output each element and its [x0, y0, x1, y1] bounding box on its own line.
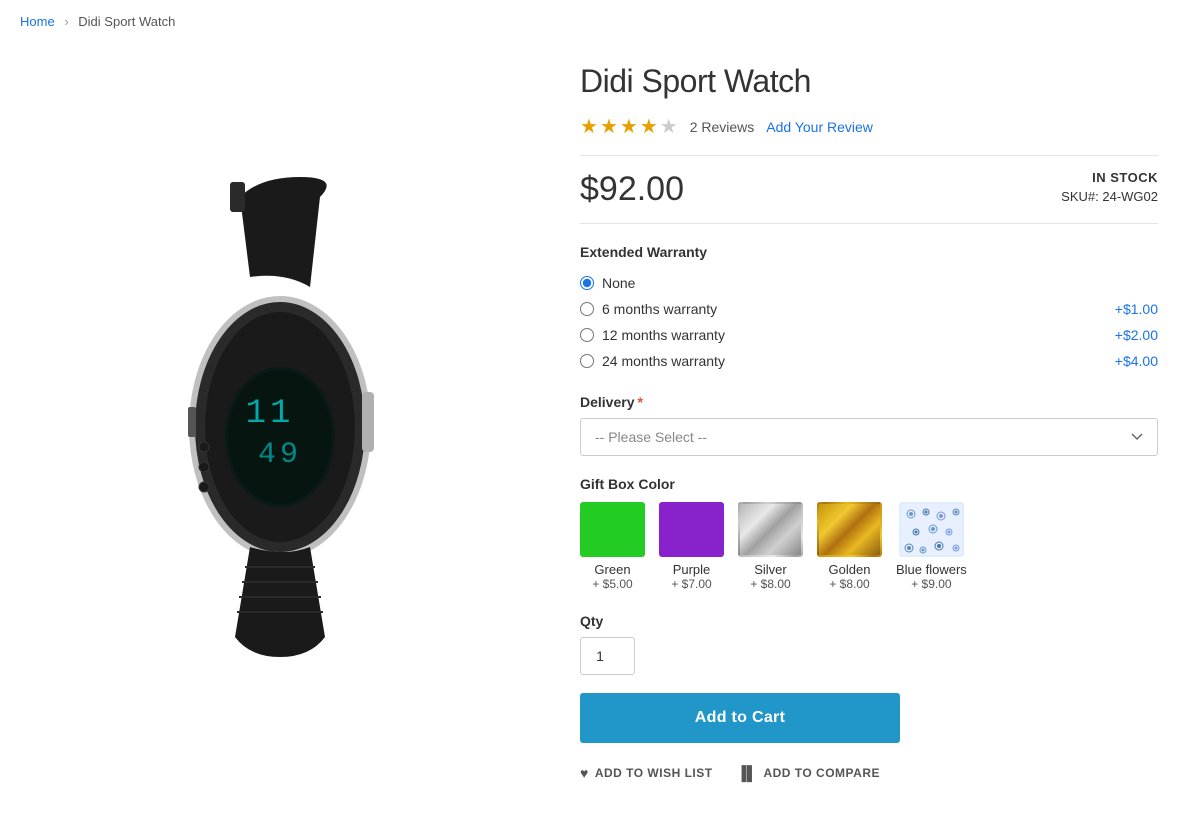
warranty-price-6m: +$1.00 — [1115, 301, 1158, 317]
stock-sku: IN STOCK SKU#: 24-WG02 — [1061, 170, 1158, 204]
warranty-section: Extended Warranty None 6 months warranty… — [580, 244, 1158, 374]
breadcrumb-separator: › — [64, 14, 68, 29]
warranty-radio-none[interactable] — [580, 276, 594, 290]
gift-box-golden[interactable]: Golden + $8.00 — [817, 502, 882, 591]
qty-input[interactable] — [580, 637, 635, 675]
warranty-label-12m[interactable]: 12 months warranty — [580, 327, 725, 343]
product-layout: 11 49 — [0, 43, 1178, 821]
add-to-compare-button[interactable]: ▐▌ ADD TO COMPARE — [737, 765, 880, 781]
warranty-label-24m[interactable]: 24 months warranty — [580, 353, 725, 369]
qty-label: Qty — [580, 613, 1158, 629]
star-4: ★ — [640, 114, 658, 139]
wishlist-compare-row: ♥ ADD TO WISH LIST ▐▌ ADD TO COMPARE — [580, 765, 1158, 781]
breadcrumb: Home › Didi Sport Watch — [0, 0, 1178, 43]
product-price: $92.00 — [580, 170, 684, 209]
required-indicator: * — [637, 394, 642, 410]
warranty-option-6m: 6 months warranty +$1.00 — [580, 296, 1158, 322]
warranty-price-24m: +$4.00 — [1115, 353, 1158, 369]
gift-box-name-purple: Purple — [673, 562, 711, 577]
product-image-section: 11 49 — [20, 53, 540, 781]
gift-box-price-green: + $5.00 — [592, 577, 632, 591]
svg-text:11: 11 — [246, 395, 295, 433]
svg-text:49: 49 — [258, 438, 302, 472]
gift-box-name-golden: Golden — [829, 562, 871, 577]
warranty-price-12m: +$2.00 — [1115, 327, 1158, 343]
gift-box-purple[interactable]: Purple + $7.00 — [659, 502, 724, 591]
warranty-radio-12m[interactable] — [580, 328, 594, 342]
watch-illustration: 11 49 — [70, 167, 490, 667]
gift-box-section: Gift Box Color Green + $5.00 Purple + $7… — [580, 476, 1158, 591]
star-1: ★ — [580, 114, 598, 139]
warranty-radio-24m[interactable] — [580, 354, 594, 368]
gift-box-price-purple: + $7.00 — [671, 577, 711, 591]
qty-section: Qty — [580, 613, 1158, 675]
sku: SKU#: 24-WG02 — [1061, 189, 1158, 204]
add-review-link[interactable]: Add Your Review — [766, 119, 873, 135]
product-title: Didi Sport Watch — [580, 63, 1158, 100]
star-3: ★ — [620, 114, 638, 139]
swatch-green — [580, 502, 645, 557]
warranty-option-12m: 12 months warranty +$2.00 — [580, 322, 1158, 348]
swatch-purple — [659, 502, 724, 557]
add-to-cart-button[interactable]: Add to Cart — [580, 693, 900, 743]
swatch-silver — [738, 502, 803, 557]
gift-box-price-blue-flowers: + $9.00 — [911, 577, 951, 591]
gift-box-blue-flowers[interactable]: Blue flowers + $9.00 — [896, 502, 967, 591]
gift-box-title: Gift Box Color — [580, 476, 1158, 492]
warranty-label-none[interactable]: None — [580, 275, 635, 291]
gift-box-name-blue-flowers: Blue flowers — [896, 562, 967, 577]
breadcrumb-current: Didi Sport Watch — [78, 14, 175, 29]
gift-box-green[interactable]: Green + $5.00 — [580, 502, 645, 591]
delivery-section: Delivery* -- Please Select -- Standard D… — [580, 394, 1158, 456]
product-details: Didi Sport Watch ★ ★ ★ ★ ★ 2 Reviews Add… — [580, 53, 1158, 781]
delivery-select[interactable]: -- Please Select -- Standard Delivery Ex… — [580, 418, 1158, 456]
gift-box-price-golden: + $8.00 — [829, 577, 869, 591]
warranty-title: Extended Warranty — [580, 244, 1158, 260]
gift-box-silver[interactable]: Silver + $8.00 — [738, 502, 803, 591]
warranty-option-none: None — [580, 270, 1158, 296]
gift-box-price-silver: + $8.00 — [750, 577, 790, 591]
review-count: 2 Reviews — [690, 119, 755, 135]
stock-status: IN STOCK — [1061, 170, 1158, 185]
price-row: $92.00 IN STOCK SKU#: 24-WG02 — [580, 155, 1158, 224]
swatch-golden — [817, 502, 882, 557]
breadcrumb-home[interactable]: Home — [20, 14, 55, 29]
gift-box-options: Green + $5.00 Purple + $7.00 Silver + $8… — [580, 502, 1158, 591]
add-to-wishlist-button[interactable]: ♥ ADD TO WISH LIST — [580, 765, 713, 781]
warranty-radio-6m[interactable] — [580, 302, 594, 316]
heart-icon: ♥ — [580, 765, 589, 781]
bar-chart-icon: ▐▌ — [737, 765, 758, 781]
star-rating: ★ ★ ★ ★ ★ — [580, 114, 678, 139]
warranty-label-6m[interactable]: 6 months warranty — [580, 301, 717, 317]
gift-box-name-silver: Silver — [754, 562, 787, 577]
rating-row: ★ ★ ★ ★ ★ 2 Reviews Add Your Review — [580, 114, 1158, 139]
warranty-option-24m: 24 months warranty +$4.00 — [580, 348, 1158, 374]
gift-box-name-green: Green — [594, 562, 630, 577]
star-2: ★ — [600, 114, 618, 139]
star-5: ★ — [660, 114, 678, 139]
swatch-blue-flowers — [899, 502, 964, 557]
delivery-label: Delivery* — [580, 394, 1158, 410]
product-image: 11 49 — [70, 167, 490, 667]
blue-flowers-pattern — [901, 504, 964, 557]
